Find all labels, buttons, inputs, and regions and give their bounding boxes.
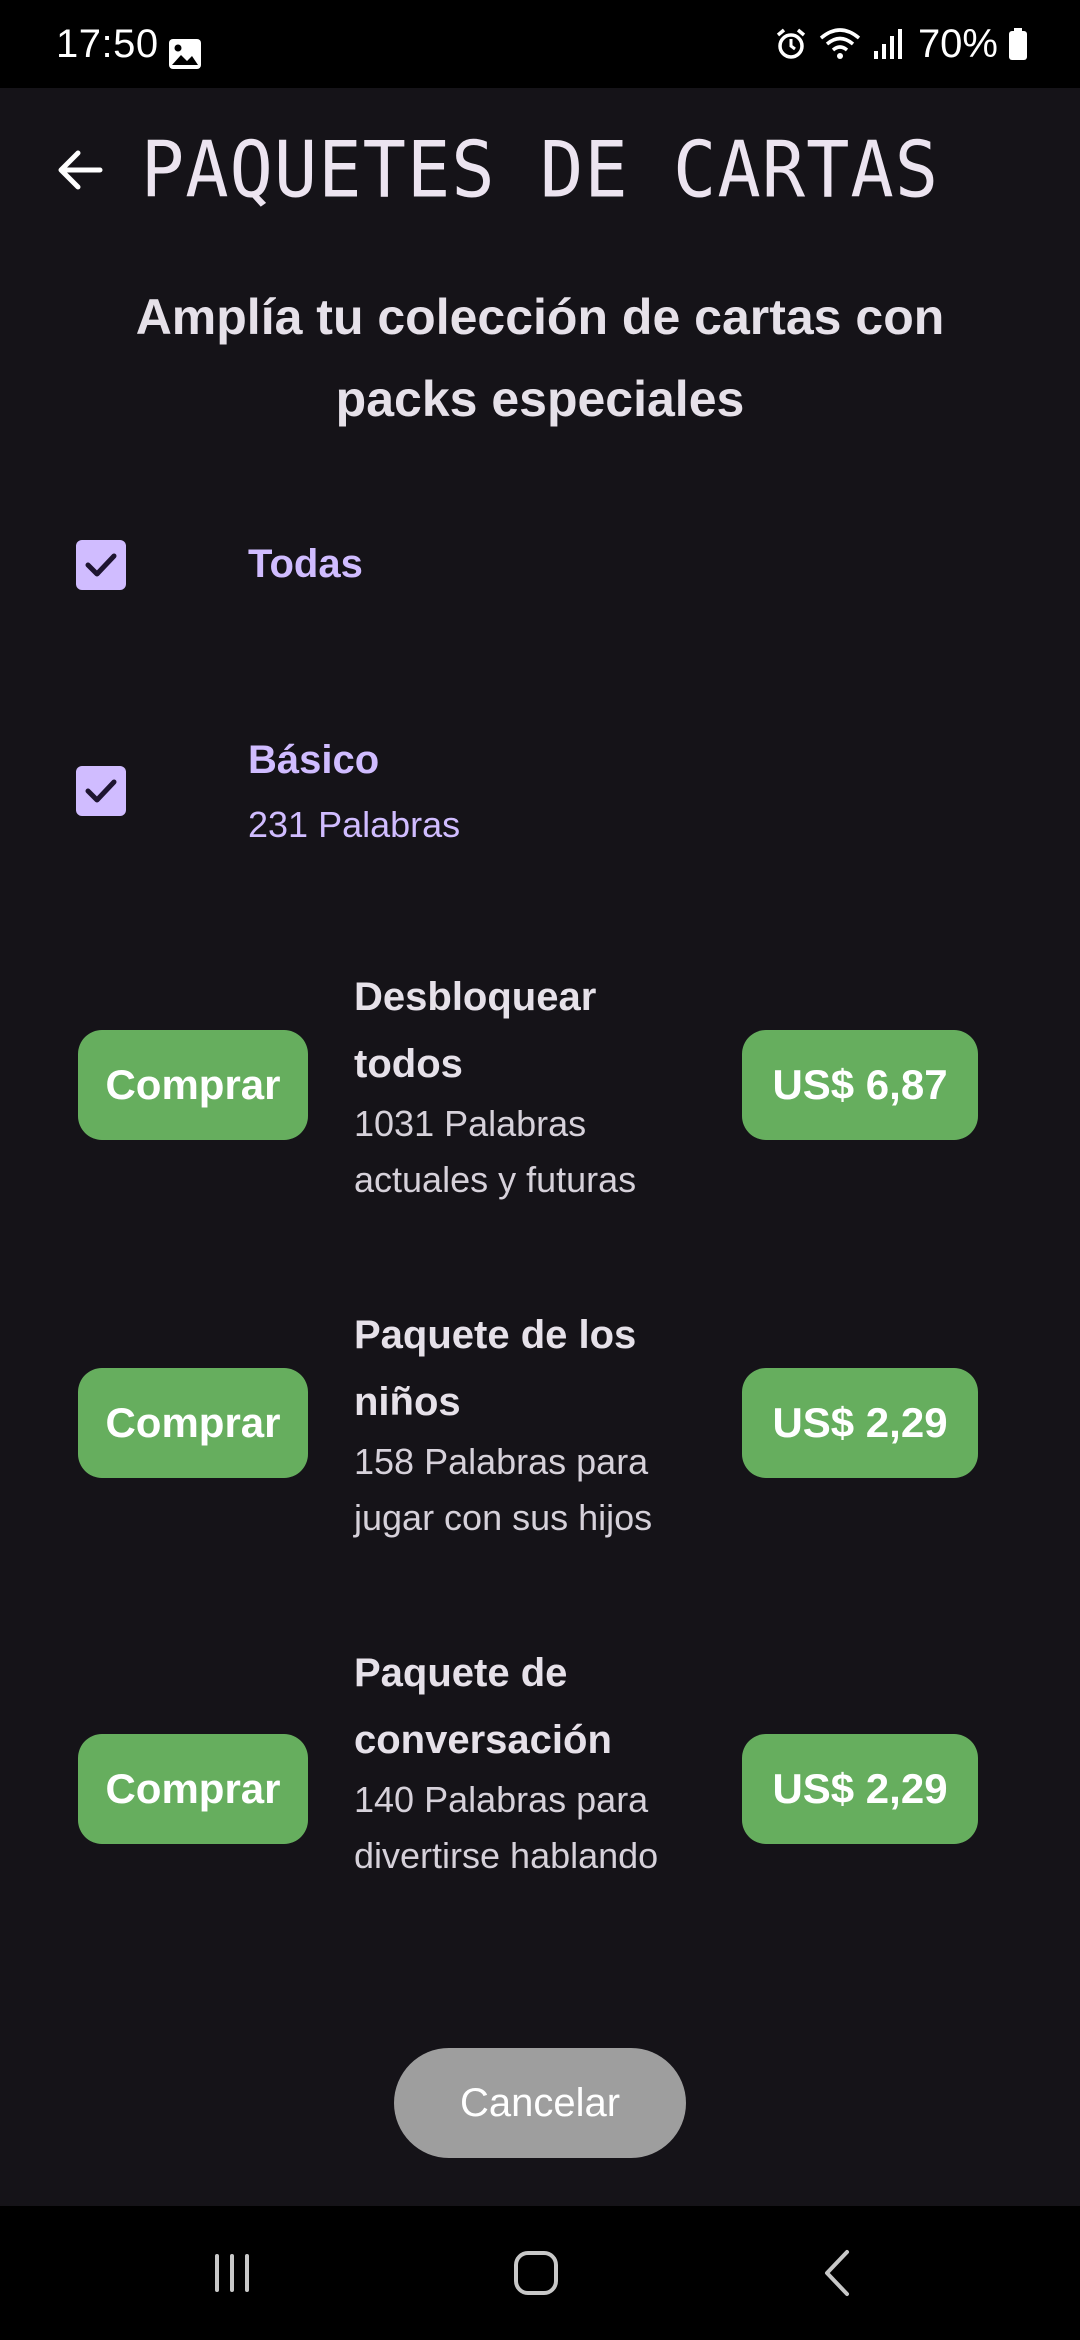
pack-info: Paquete de los niños 158 Palabras para j… xyxy=(354,1302,714,1546)
battery-percentage: 70% xyxy=(917,21,998,66)
app-bar: PAQUETES DE CARTAS xyxy=(0,88,1080,248)
recents-button[interactable] xyxy=(172,2206,292,2340)
pack-description: 158 Palabras para jugar con sus hijos xyxy=(354,1441,653,1538)
alarm-icon xyxy=(774,27,808,61)
home-button[interactable] xyxy=(476,2206,596,2340)
battery-icon xyxy=(1008,27,1028,61)
price-button[interactable]: US$ 6,87 xyxy=(742,1030,978,1140)
pack-info: Paquete de conversación 140 Palabras par… xyxy=(354,1640,714,1884)
buy-button[interactable]: Comprar xyxy=(78,1368,308,1478)
pack-title: Paquete de conversación xyxy=(354,1651,612,1762)
recents-icon xyxy=(215,2254,249,2292)
pack-title: Desbloquear todos xyxy=(354,975,597,1086)
wifi-icon xyxy=(818,26,862,62)
filter-sub-basico: 231 Palabras xyxy=(248,804,461,845)
pack-title: Paquete de los niños xyxy=(354,1313,637,1424)
home-icon xyxy=(514,2251,558,2295)
system-nav-bar xyxy=(0,2206,1080,2340)
status-time: 17:50 xyxy=(56,22,159,66)
back-nav-button[interactable] xyxy=(778,2206,898,2340)
pack-info: Desbloquear todos 1031 Palabras actuales… xyxy=(354,964,714,1208)
check-icon xyxy=(85,779,117,803)
status-bar: 17:50 70% xyxy=(0,0,1080,88)
buy-button[interactable]: Comprar xyxy=(78,1030,308,1140)
page-title: PAQUETES DE CARTAS xyxy=(140,124,940,215)
checkbox-todas[interactable] xyxy=(76,540,126,590)
back-nav-icon xyxy=(825,2250,849,2296)
cancel-button[interactable]: Cancelar xyxy=(394,2048,686,2158)
price-button[interactable]: US$ 2,29 xyxy=(742,1734,978,1844)
pack-description: 1031 Palabras actuales y futuras xyxy=(354,1103,637,1200)
filter-label-basico: Básico xyxy=(248,738,380,782)
checkbox-basico[interactable] xyxy=(76,766,126,816)
check-icon xyxy=(85,553,117,577)
image-icon xyxy=(168,38,202,70)
price-button[interactable]: US$ 2,29 xyxy=(742,1368,978,1478)
pack-description: 140 Palabras para divertirse hablando xyxy=(354,1779,659,1876)
filter-label-todas: Todas xyxy=(248,542,363,586)
buy-button[interactable]: Comprar xyxy=(78,1734,308,1844)
signal-icon xyxy=(872,27,904,61)
page-subtitle: Amplía tu colección de cartas con packs … xyxy=(135,289,945,427)
status-icons: 70% xyxy=(774,22,1028,66)
